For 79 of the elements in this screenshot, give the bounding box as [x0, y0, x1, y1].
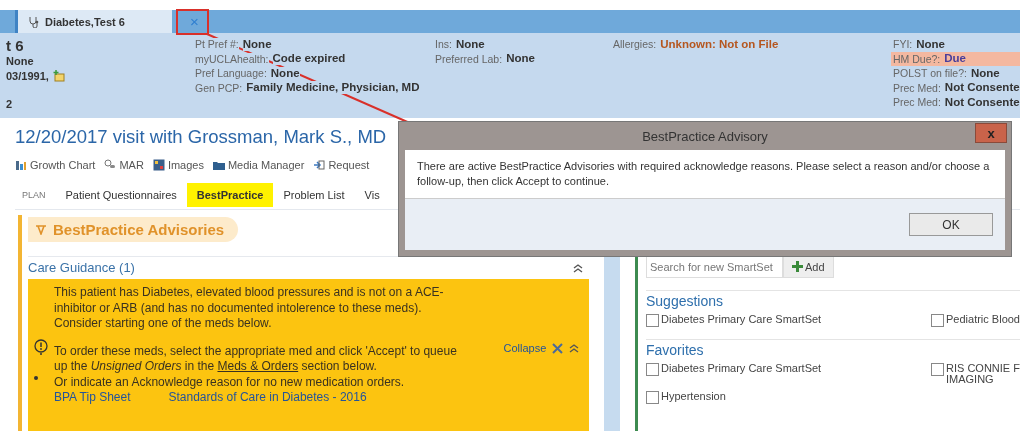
field-value: None [916, 37, 945, 51]
field-label: Ins: [435, 38, 452, 51]
smartset-option[interactable]: Diabetes Primary Care SmartSet [646, 363, 931, 385]
field-value: None [270, 66, 300, 80]
smartset-option[interactable]: Hypertension [646, 391, 931, 404]
toolbar-item[interactable]: Media Manager [212, 159, 305, 171]
ok-button[interactable]: OK [909, 213, 993, 236]
note-icon [52, 69, 65, 82]
field-value: Unknown: Not on File [660, 37, 779, 51]
checkbox[interactable] [646, 363, 659, 376]
reference-link[interactable]: Standards of Care in Diabetes - 2016 [168, 390, 367, 406]
field-label: HM Due?: [893, 52, 941, 65]
stethoscope-icon [28, 15, 40, 28]
toolbar-item[interactable]: Images [152, 159, 204, 171]
highlight-frame [176, 9, 209, 35]
visit-title: 12/20/2017 visit with Grossman, Mark S., MD [15, 126, 387, 148]
patient-info: t 6 [6, 37, 24, 54]
patient-tab[interactable]: Diabetes,Test 6 [15, 10, 172, 33]
image-grid-icon [152, 159, 165, 171]
instruction-text: To order these meds, select the appropriate med and click 'Accept' to queue up the Unsigned Orders in the Meds & Orders section below. [54, 343, 458, 375]
group-title: Care Guidance (1) [28, 260, 135, 275]
patient-info: 2 [6, 98, 13, 111]
filter-icon [36, 224, 46, 235]
dialog-message: There are active BestPractice Advisories with required acknowledge reasons. Please select a reason and/or choose a follow-up, then click Accept to continue. [417, 159, 991, 189]
tab[interactable]: Patient Questionnaires [55, 183, 187, 207]
toolbar-item[interactable]: Growth Chart [15, 159, 96, 171]
reference-link[interactable]: BPA Tip Sheet [54, 390, 131, 406]
collapse-link[interactable]: Collapse [503, 342, 547, 354]
section-title: Favorites [646, 342, 705, 358]
field-label: Preferred Lab: [435, 52, 503, 65]
dialog-close-button[interactable]: x [975, 123, 1007, 143]
section-label: PLAN [22, 190, 46, 200]
double-chevron-icon [569, 343, 580, 353]
field-value: None [970, 66, 1000, 80]
smartset-option[interactable]: RIS CONNIE F IMAGING [931, 363, 1020, 385]
tab[interactable]: Problem List [273, 183, 355, 207]
advisories-title: BestPractice Advisories [53, 221, 225, 238]
toolbar-item[interactable]: Request [313, 159, 370, 171]
double-chevron-icon [573, 262, 584, 273]
patient-info: 03/1991, [6, 69, 49, 82]
field-label: Gen PCP: [195, 81, 243, 94]
advisory-text: This patient has Diabetes, elevated blood pressures and is not on a ACE-inhibitor or ARB (and has no documented intolerence to these meds). Consider starting one of the meds below. [54, 285, 445, 332]
request-icon [313, 159, 326, 171]
field-value: None [455, 37, 485, 51]
field-label: POLST on file?: [893, 67, 967, 80]
bullet-text: Or indicate an Acknowledge reason for no new medication orders. [54, 374, 405, 390]
checkbox[interactable] [931, 314, 944, 327]
field-value: Not Consente [944, 95, 1020, 109]
patient-name: Diabetes,Test 6 [45, 15, 125, 28]
field-label: Prec Med: [893, 96, 941, 109]
toolbar-item[interactable]: MAR [104, 159, 144, 171]
field-label: Pt Pref #: [195, 38, 239, 51]
checkbox[interactable] [646, 391, 659, 404]
add-button[interactable]: Add [783, 255, 834, 278]
section-title: Suggestions [646, 293, 725, 309]
bar-chart-icon [15, 159, 27, 171]
plus-icon [792, 261, 803, 272]
patient-info: None [6, 55, 34, 68]
smartset-option[interactable]: Pediatric Blood [931, 314, 1020, 327]
field-label: myUCLAhealth: [195, 52, 269, 65]
meds-orders-link[interactable]: Meds & Orders [217, 359, 299, 373]
field-value: Code expired [272, 52, 346, 66]
folder-icon [212, 159, 225, 171]
field-label: Prec Med: [893, 81, 941, 94]
smartset-option[interactable]: Diabetes Primary Care SmartSet [646, 314, 931, 327]
field-label: Pref Language: [195, 67, 267, 80]
field-value: None [242, 37, 272, 51]
checkbox[interactable] [646, 314, 659, 327]
field-value: Family Medicine, Physician, MD [246, 81, 420, 95]
field-label: Allergies: [613, 38, 657, 51]
checkbox[interactable] [931, 363, 944, 376]
alert-icon [34, 339, 48, 355]
dialog-title: BestPractice Advisory [642, 128, 768, 144]
smartset-search-field[interactable]: Search for new SmartSet [646, 255, 783, 278]
field-label: FYI: [893, 38, 913, 51]
bullet-icon [34, 376, 38, 380]
tab[interactable]: BestPractice [186, 183, 274, 207]
close-icon [552, 342, 564, 354]
tab[interactable]: Vis [354, 183, 390, 207]
